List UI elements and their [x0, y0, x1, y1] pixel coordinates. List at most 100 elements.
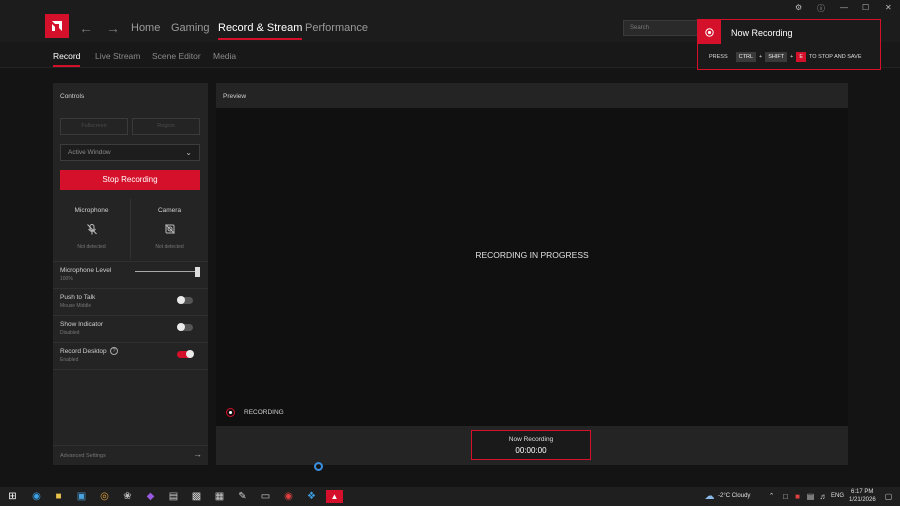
amd-logo[interactable]: [45, 14, 69, 38]
microphone-status: Not detected: [77, 244, 106, 250]
tab-gaming[interactable]: Gaming: [171, 22, 210, 34]
slider-thumb[interactable]: [195, 267, 200, 277]
minimize-icon[interactable]: —: [840, 3, 848, 12]
clock-time[interactable]: 6:17 PM: [851, 489, 873, 495]
capture-mode-value: Active Window: [68, 149, 111, 156]
search-input[interactable]: Search: [623, 20, 703, 36]
clock-date[interactable]: 1/21/2026: [849, 497, 876, 503]
advanced-settings-link[interactable]: Advanced Settings →: [53, 445, 208, 465]
show-indicator-sub: Disabled: [60, 330, 80, 336]
amd-tray-icon[interactable]: ■: [791, 490, 804, 503]
toggle-knob: [186, 350, 194, 358]
close-icon[interactable]: ✕: [885, 3, 892, 12]
recording-indicator-label: RECORDING: [244, 409, 284, 417]
toggle-knob: [177, 296, 185, 304]
help-icon[interactable]: ⓘ: [817, 3, 825, 14]
region-button[interactable]: Region: [132, 118, 200, 135]
preview-header: Preview: [216, 83, 848, 108]
timer-value: 00:00:00: [515, 446, 547, 455]
microphone-level-value: 100%: [60, 276, 73, 282]
subtab-live-stream[interactable]: Live Stream: [95, 51, 140, 61]
push-to-talk-label: Push to Talk: [60, 294, 96, 301]
tab-home[interactable]: Home: [131, 22, 160, 34]
record-dot-icon: [226, 408, 235, 417]
forward-arrow-icon[interactable]: →: [106, 20, 120, 36]
weather-text[interactable]: -2°C Cloudy: [718, 493, 750, 499]
cloud-icon: ☁: [704, 491, 715, 502]
record-desktop-row: Record Desktop ? Enabled: [53, 342, 208, 369]
info-icon[interactable]: ?: [110, 347, 118, 355]
app-icon[interactable]: ▩: [190, 490, 203, 503]
camera-off-icon: [131, 224, 208, 237]
app-icon[interactable]: ▭: [259, 490, 272, 503]
arrow-right-icon: →: [193, 449, 202, 459]
subtab-media[interactable]: Media: [213, 51, 236, 61]
toggle-knob: [177, 323, 185, 331]
controls-panel: Controls Fullscreen Region Active Window…: [53, 83, 208, 465]
language-indicator[interactable]: ENG: [831, 493, 844, 499]
fullscreen-button[interactable]: Fullscreen: [60, 118, 128, 135]
camera-device[interactable]: Camera Not detected: [131, 199, 208, 259]
key-e: E: [796, 52, 807, 62]
record-desktop-toggle[interactable]: [177, 350, 194, 358]
preview-area: RECORDING IN PROGRESS RECORDING: [216, 108, 848, 426]
show-indicator-toggle[interactable]: [177, 323, 193, 331]
preview-footer: Now Recording 00:00:00: [216, 426, 848, 465]
chevron-down-icon: ⌄: [185, 148, 192, 157]
back-arrow-icon[interactable]: ←: [79, 20, 93, 36]
push-to-talk-toggle[interactable]: [177, 296, 193, 304]
microphone-label: Microphone: [74, 207, 109, 214]
app-icon[interactable]: ❖: [305, 490, 318, 503]
key-shift: SHIFT: [765, 52, 788, 62]
subtab-record[interactable]: Record: [53, 51, 81, 67]
chevron-up-icon[interactable]: ⌃: [765, 490, 778, 503]
edge-icon[interactable]: ◉: [30, 490, 43, 503]
plus-sign: +: [790, 54, 794, 60]
key-ctrl: CTRL: [735, 52, 757, 62]
subtab-scene-editor[interactable]: Scene Editor: [152, 51, 201, 61]
maximize-icon[interactable]: ☐: [862, 3, 869, 12]
tab-performance[interactable]: Performance: [305, 22, 368, 34]
speaker-icon[interactable]: ♬: [817, 490, 830, 503]
microphone-level-row: Microphone Level 100%: [53, 261, 208, 288]
record-icon: [698, 20, 721, 44]
notifications-icon[interactable]: ▢: [882, 490, 895, 503]
record-app-icon[interactable]: ◉: [282, 490, 295, 503]
stop-recording-button[interactable]: Stop Recording: [60, 170, 200, 190]
app-icon[interactable]: ◆: [144, 490, 157, 503]
recording-status-text: RECORDING IN PROGRESS: [475, 250, 589, 260]
capture-mode-select[interactable]: Active Window ⌄: [60, 144, 200, 161]
app-icon[interactable]: ▤: [167, 490, 180, 503]
microphone-level-slider[interactable]: [135, 271, 197, 272]
windows-start-icon[interactable]: ⊞: [6, 490, 19, 503]
app-icon[interactable]: ❀: [121, 490, 134, 503]
microphone-device[interactable]: Microphone Not detected: [53, 199, 130, 259]
camera-label: Camera: [157, 207, 182, 214]
record-desktop-sub: Enabled: [60, 357, 79, 363]
bug-report-icon[interactable]: ⚙: [795, 3, 802, 12]
network-icon[interactable]: ▤: [804, 490, 817, 503]
file-explorer-icon[interactable]: ■: [52, 490, 65, 503]
taskbar: ⊞ ◉ ■ ▣ ◎ ❀ ◆ ▤ ▩ ▦ ✎ ▭ ◉ ❖ ▲ ☁ -2°C Clo…: [0, 487, 900, 506]
hint-press: PRESS: [709, 54, 728, 60]
amd-software-window: ← → Home Gaming Record & Stream Performa…: [0, 0, 900, 487]
row-divider: [53, 369, 208, 370]
timer-label: Now Recording: [508, 436, 554, 443]
show-indicator-row: Show Indicator Disabled: [53, 315, 208, 342]
hint-suffix: TO STOP AND SAVE: [809, 54, 862, 60]
push-to-talk-row: Push to Talk Mouse Middle: [53, 288, 208, 315]
store-icon[interactable]: ▣: [75, 490, 88, 503]
recording-timer[interactable]: Now Recording 00:00:00: [471, 430, 591, 460]
tab-record-stream[interactable]: Record & Stream: [218, 22, 303, 40]
show-indicator-label: Show Indicator: [60, 321, 103, 328]
shortcut-hint: PRESS CTRL + SHIFT + E TO STOP AND SAVE: [709, 52, 862, 62]
app-icon[interactable]: ▦: [213, 490, 226, 503]
advanced-settings-label: Advanced Settings: [60, 453, 106, 459]
microphone-level-label: Microphone Level: [60, 267, 112, 274]
chrome-icon[interactable]: ◎: [98, 490, 111, 503]
plus-sign: +: [759, 54, 763, 60]
record-desktop-label: Record Desktop: [60, 348, 107, 355]
app-icon[interactable]: ✎: [236, 490, 249, 503]
microphone-off-icon: [53, 224, 130, 238]
amd-taskbar-icon[interactable]: ▲: [326, 490, 343, 503]
